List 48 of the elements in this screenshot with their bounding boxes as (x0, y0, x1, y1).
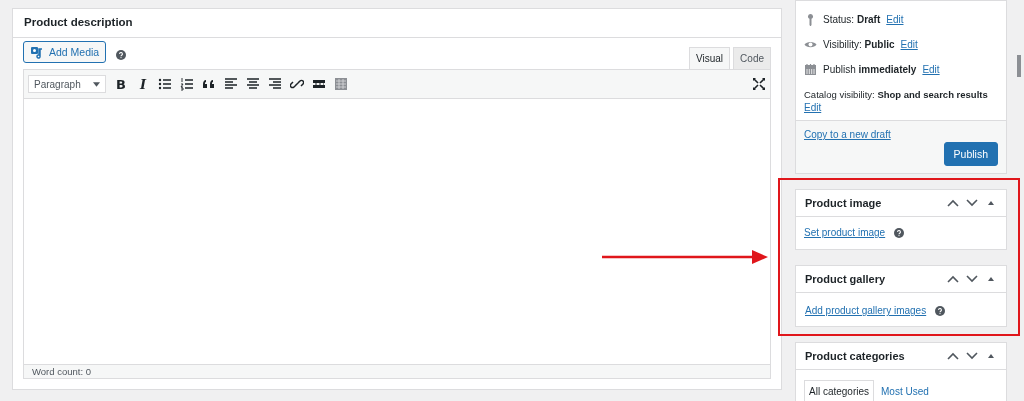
chevron-down-icon[interactable] (966, 274, 978, 284)
catalog-visibility-text: Catalog visibility: Shop and search results (804, 89, 988, 100)
edit-link[interactable]: Edit (804, 102, 822, 113)
media-icon (30, 45, 44, 59)
panel-link[interactable]: Set product image (804, 227, 886, 238)
align-left-icon[interactable] (224, 77, 238, 91)
box-title: Product categories (805, 350, 905, 362)
copy-draft-link[interactable]: Copy to a new draft (804, 129, 891, 140)
chevron-down-icon[interactable] (966, 198, 978, 208)
panel-link[interactable]: Add product gallery images (805, 305, 927, 316)
panel-title: Product description (13, 9, 781, 38)
chevron-up-icon[interactable] (947, 274, 959, 284)
box-title: Product gallery (805, 273, 886, 285)
link-icon[interactable] (290, 77, 304, 91)
scrollbar-thumb[interactable] (1017, 55, 1021, 77)
editor-tab[interactable]: Code (733, 47, 771, 69)
numbered-list-icon[interactable] (180, 77, 194, 91)
caret-icon (93, 81, 100, 87)
align-right-icon[interactable] (268, 77, 282, 91)
help-icon[interactable] (116, 50, 127, 60)
category-tab[interactable]: All categories (804, 380, 875, 401)
read-more-icon[interactable] (312, 77, 326, 91)
format-select[interactable]: Paragraph (28, 75, 106, 93)
calendar-icon (804, 63, 817, 76)
edit-link[interactable]: Edit (900, 39, 918, 50)
chevron-down-icon[interactable] (966, 351, 978, 361)
chevron-up-icon[interactable] (947, 198, 959, 208)
word-count: Word count: 0 (24, 364, 770, 378)
status-text: Visibility: Public (823, 39, 895, 50)
align-center-icon[interactable] (246, 77, 260, 91)
bold-button[interactable]: B (114, 76, 128, 92)
edit-link[interactable]: Edit (886, 14, 904, 25)
box-title: Product image (805, 197, 882, 209)
fullscreen-icon[interactable] (752, 77, 766, 91)
add-media-button[interactable]: Add Media (23, 41, 107, 63)
status-text: Status: Draft (823, 14, 881, 25)
chevron-up-icon[interactable] (947, 351, 959, 361)
bullet-list-icon[interactable] (158, 77, 172, 91)
status-text: Publish immediately (823, 64, 917, 75)
quote-icon[interactable] (202, 77, 216, 91)
publish-button[interactable]: Publish (943, 142, 998, 166)
editor-tab[interactable]: Visual (689, 47, 731, 69)
toolbar-toggle-icon[interactable] (334, 77, 348, 91)
edit-link[interactable]: Edit (922, 64, 940, 75)
italic-button[interactable]: I (136, 76, 150, 92)
help-icon[interactable] (935, 305, 946, 316)
category-tab[interactable]: Most Used (876, 380, 934, 401)
help-icon[interactable] (894, 227, 905, 238)
